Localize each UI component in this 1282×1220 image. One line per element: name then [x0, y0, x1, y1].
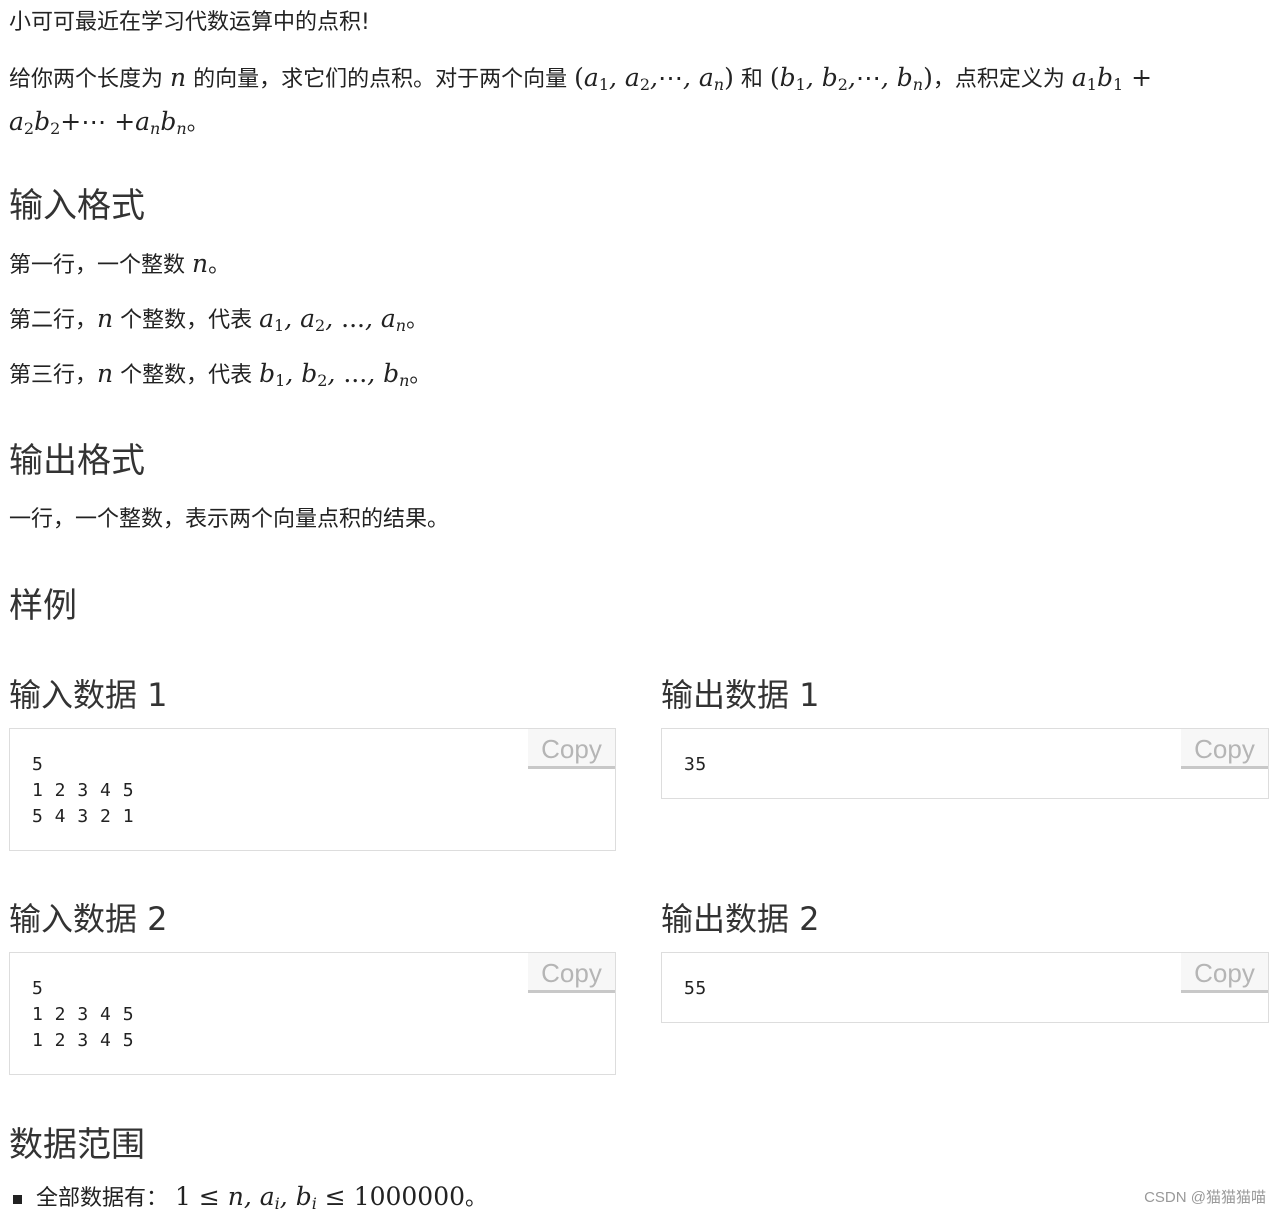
desc-text: 。: [186, 111, 209, 136]
text: 。: [406, 308, 429, 333]
output-line: 一行，一个整数，表示两个向量点积的结果。: [9, 507, 450, 532]
samples-title: 样例: [9, 586, 77, 626]
text: 个整数，代表: [120, 308, 253, 333]
desc-text: 的向量，求它们的点积。对于两个向量: [193, 67, 568, 92]
text: 。: [409, 363, 432, 388]
sample-input-box-2: 5 1 2 3 4 5 1 2 3 4 5 Copy: [9, 952, 616, 1075]
desc-text: 和: [740, 67, 763, 92]
sample-input-content-1[interactable]: 5 1 2 3 4 5 5 4 3 2 1: [10, 729, 615, 830]
sample-input-title-2: 输入数据 2: [9, 900, 168, 938]
watermark: CSDN @猫猫猫喵: [1144, 1189, 1266, 1206]
input-format-title: 输入格式: [9, 186, 145, 226]
copy-button[interactable]: Copy: [1181, 729, 1268, 769]
text: 个整数，代表: [120, 363, 253, 388]
math-n: n: [97, 359, 114, 388]
sample-output-box-2: 55 Copy: [661, 952, 1269, 1023]
data-range-item: 全部数据有： 1 ≤ n, ai, bi ≤ 1000000。: [9, 1176, 487, 1220]
text: 。: [208, 253, 231, 278]
input-line-2: 第二行，n 个整数，代表 a1, a2, ..., an。: [9, 298, 428, 342]
intro-description: 给你两个长度为 n 的向量，求它们的点积。对于两个向量 (a1, a2,⋯, a…: [9, 57, 1271, 145]
text: 第一行，一个整数: [9, 253, 186, 278]
data-range-title: 数据范围: [9, 1125, 145, 1165]
constraint-upper: 1000000: [353, 1182, 466, 1211]
copy-button[interactable]: Copy: [528, 953, 615, 993]
sample-input-title-1: 输入数据 1: [9, 676, 168, 714]
desc-text: ，点积定义为: [932, 67, 1065, 92]
text: 。: [465, 1186, 488, 1211]
math-a-list: a1, a2, ..., an: [259, 304, 407, 335]
sample-output-content-1[interactable]: 35: [662, 729, 1268, 778]
math-vector-a: (a1, a2,⋯, an): [574, 63, 734, 94]
sample-output-box-1: 35 Copy: [661, 728, 1269, 799]
input-line-3: 第三行，n 个整数，代表 b1, b2, ..., bn。: [9, 353, 431, 397]
sample-output-title-2: 输出数据 2: [661, 900, 820, 938]
math-constraint: 1 ≤ n, ai, bi ≤ 1000000: [175, 1182, 466, 1213]
sample-input-box-1: 5 1 2 3 4 5 5 4 3 2 1 Copy: [9, 728, 616, 851]
math-n: n: [170, 63, 187, 92]
desc-text: 给你两个长度为: [9, 67, 164, 92]
sample-output-title-1: 输出数据 1: [661, 676, 820, 714]
text: 第三行，: [9, 363, 98, 388]
text: 第二行，: [9, 308, 98, 333]
bullet-icon: [13, 1194, 22, 1204]
sample-input-content-2[interactable]: 5 1 2 3 4 5 1 2 3 4 5: [10, 953, 615, 1054]
sample-output-content-2[interactable]: 55: [662, 953, 1268, 1002]
input-line-1: 第一行，一个整数 n。: [9, 243, 230, 287]
math-n: n: [97, 304, 114, 333]
intro-line: 小可可最近在学习代数运算中的点积!: [9, 10, 370, 35]
copy-button[interactable]: Copy: [528, 729, 615, 769]
output-format-title: 输出格式: [9, 441, 145, 481]
math-vector-b: (b1, b2,⋯, bn): [769, 63, 933, 94]
math-n: n: [192, 249, 209, 278]
copy-button[interactable]: Copy: [1181, 953, 1268, 993]
text: 全部数据有：: [36, 1186, 169, 1211]
math-b-list: b1, b2, ..., bn: [259, 359, 410, 390]
